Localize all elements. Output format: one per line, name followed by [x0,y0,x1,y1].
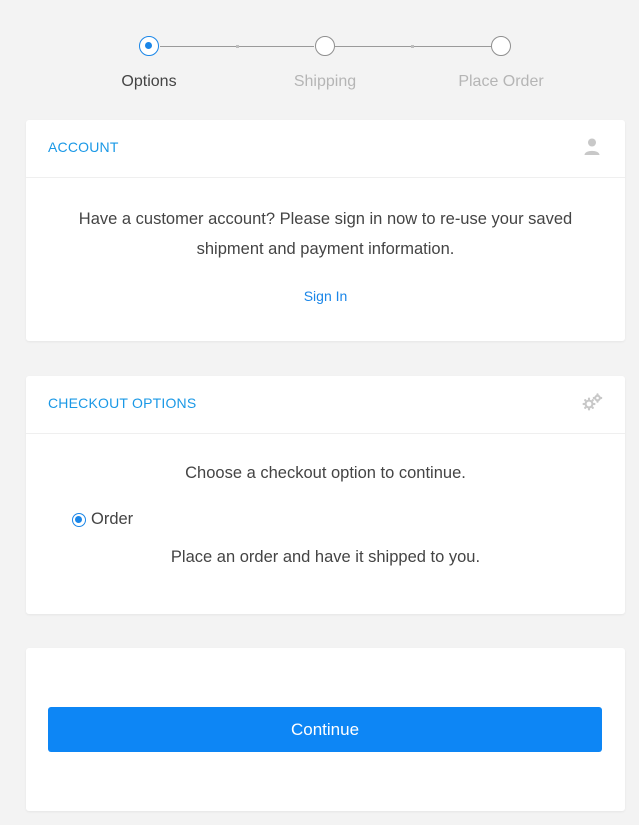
checkout-options-card: CHECKOUT OPTIONS Choose a checkout optio… [26,376,625,614]
step-options-indicator-icon [139,36,159,56]
step-place-order: Place Order [426,36,576,91]
checkout-options-title: CHECKOUT OPTIONS [48,395,197,411]
checkout-options-header: CHECKOUT OPTIONS [26,376,625,434]
account-card: ACCOUNT Have a customer account? Please … [26,120,625,341]
account-message-line-2: shipment and payment information. [196,240,455,258]
account-message-line-1: Have a customer account? Please sign in … [78,210,573,228]
step-place-order-label: Place Order [458,73,544,90]
continue-button[interactable]: Continue [48,707,602,752]
order-option-label: Order [91,510,134,528]
stepper-track-tick [411,45,414,48]
action-card: Continue [26,648,625,811]
step-options-label: Options [121,73,177,90]
account-card-header: ACCOUNT [26,120,625,178]
account-message: Have a customer account? Please sign in … [26,204,625,264]
checkout-progress-stepper: Options Shipping Place Order [0,0,639,110]
order-option[interactable]: Order [72,510,133,529]
step-place-order-indicator-icon [491,36,511,56]
stepper-track-tick [236,45,239,48]
step-shipping: Shipping [250,36,400,91]
account-title: ACCOUNT [48,139,119,155]
settings-gears-icon [581,392,603,414]
checkout-prompt: Choose a checkout option to continue. [185,464,466,482]
step-options: Options [74,36,224,91]
sign-in-link[interactable]: Sign In [26,288,625,304]
step-shipping-indicator-icon [315,36,335,56]
step-shipping-label: Shipping [293,73,357,90]
order-radio-button[interactable] [72,512,86,527]
user-icon [581,136,603,158]
order-option-description: Place an order and have it shipped to yo… [170,548,481,566]
